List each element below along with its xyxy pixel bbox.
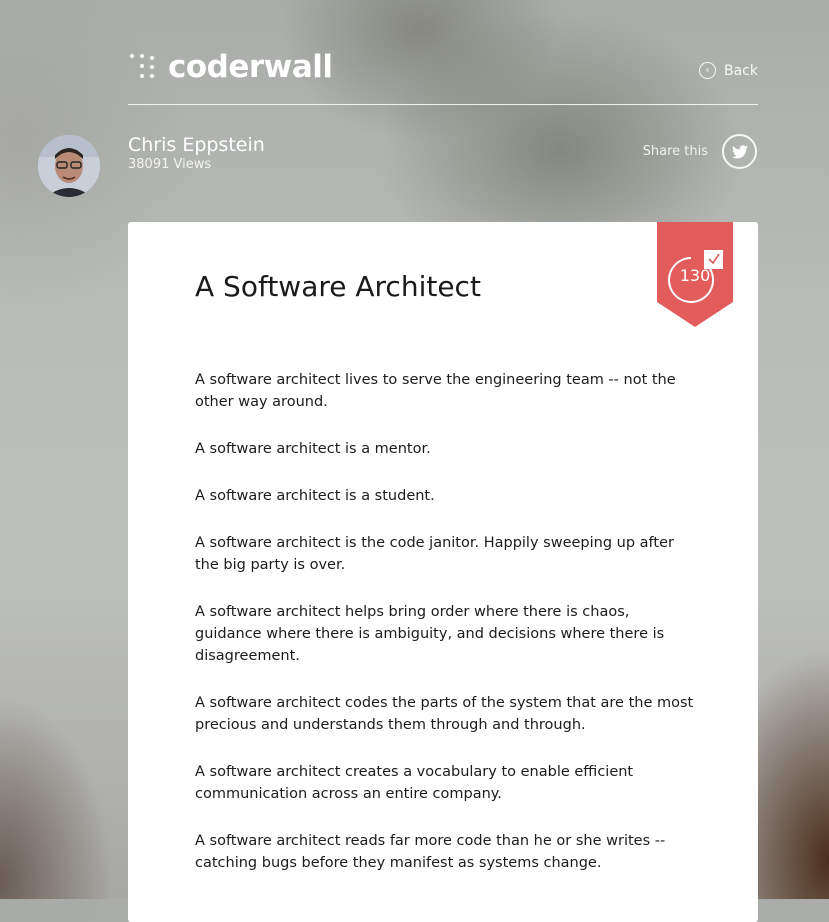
paragraph: A software architect is a mentor. [195, 441, 431, 457]
share-twitter[interactable]: Share this [643, 134, 757, 169]
back-label: Back [724, 62, 758, 79]
author-name[interactable]: Chris Eppstein [128, 133, 265, 157]
protip-body: A software architect lives to serve the … [195, 369, 695, 899]
author-photo [38, 135, 100, 197]
share-label: Share this [642, 144, 708, 159]
protip-title: A Software Architect [195, 270, 481, 303]
site-header: coderwall ‹ Back [128, 40, 758, 105]
paragraph: A software architect creates a vocabular… [195, 764, 634, 802]
logo-dots-icon [128, 52, 158, 82]
upvote-badge[interactable]: 130 [657, 222, 733, 328]
coderwall-logo[interactable]: coderwall [128, 50, 333, 84]
author-info: Chris Eppstein 38091 Views [128, 133, 265, 173]
upvote-count: 130 [679, 266, 711, 285]
chevron-left-icon: ‹ [699, 62, 716, 79]
paragraph: A software architect reads far more code… [195, 833, 666, 871]
paragraph: A software architect is the code janitor… [195, 535, 674, 573]
back-link[interactable]: ‹ Back [699, 62, 758, 79]
avatar[interactable] [38, 135, 100, 197]
logo-text: coderwall [168, 49, 333, 85]
paragraph: A software architect codes the parts of … [195, 695, 694, 733]
paragraph: A software architect is a student. [195, 488, 435, 504]
view-count: 38091 Views [128, 157, 212, 172]
twitter-icon[interactable] [722, 134, 757, 169]
paragraph: A software architect helps bring order w… [195, 604, 665, 664]
paragraph: A software architect lives to serve the … [195, 372, 676, 410]
protip-card: A Software Architect 130 A software arch… [128, 222, 758, 922]
